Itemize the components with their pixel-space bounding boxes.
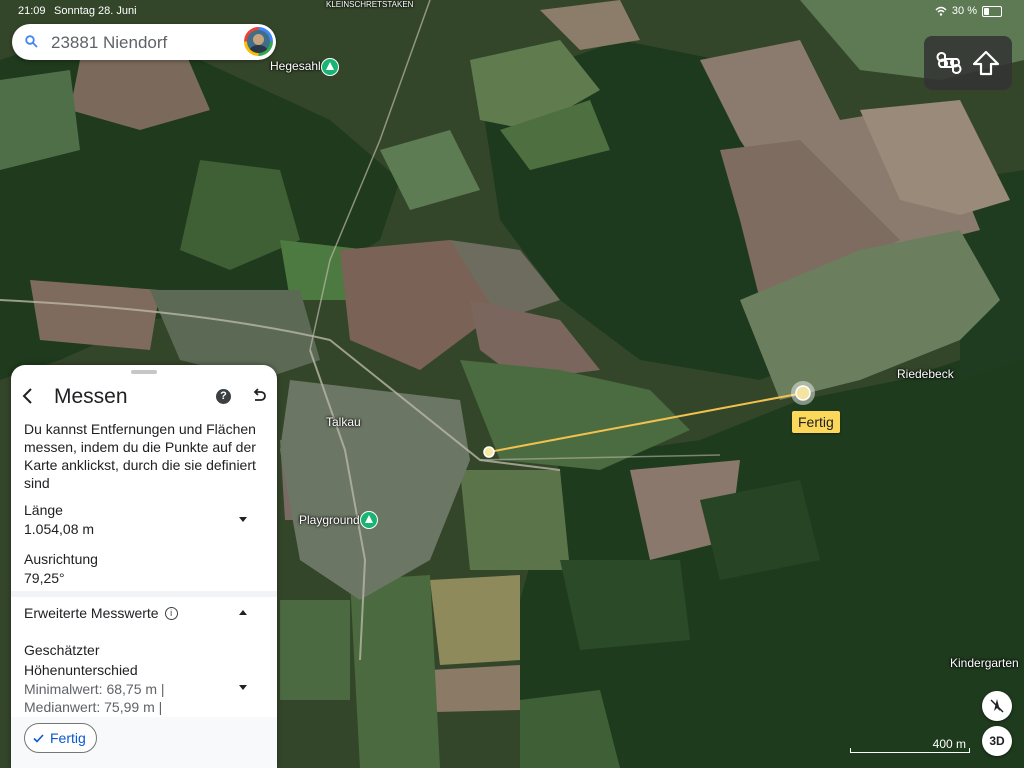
drag-handle[interactable] <box>131 370 157 374</box>
wifi-icon <box>935 6 947 16</box>
battery-percent: 30 % <box>951 5 977 17</box>
3d-label: 3D <box>989 734 1005 748</box>
map-scale: 400 m <box>850 737 970 753</box>
search-icon <box>25 35 38 48</box>
battery-icon <box>982 5 1002 17</box>
command-key-icon <box>936 52 962 74</box>
search-bar[interactable]: 23881 Niendorf <box>12 24 276 60</box>
playground-pin-icon[interactable] <box>360 511 378 529</box>
measure-end-point[interactable] <box>795 385 811 401</box>
elevation-label-line1: Geschätzter <box>24 642 100 658</box>
length-value: 1.054,08 m <box>24 521 95 537</box>
panel-footer: Fertig <box>11 717 277 768</box>
shift-key-icon <box>972 50 1000 76</box>
map-label-kleinschretstaken: KLEINSCHRETSTAKEN <box>326 0 414 9</box>
check-icon <box>33 733 44 743</box>
info-icon[interactable]: i <box>164 606 178 620</box>
orientation-label: Ausrichtung <box>24 551 98 567</box>
keyboard-shortcut-overlay[interactable] <box>924 36 1012 90</box>
measure-done-tag[interactable]: Fertig <box>792 411 840 433</box>
measure-start-point[interactable] <box>483 446 495 458</box>
scale-bar <box>850 748 970 753</box>
status-time: 21:09 <box>18 5 46 17</box>
elevation-dropdown[interactable] <box>239 685 247 690</box>
section-divider <box>11 591 277 597</box>
elevation-median: Medianwert: 75,99 m | <box>24 699 163 715</box>
compass-button[interactable] <box>982 691 1012 721</box>
status-bar: 21:09 Sonntag 28. Juni 30 % <box>0 0 1024 22</box>
status-right: 30 % <box>935 5 1002 17</box>
compass-off-icon <box>990 699 1004 713</box>
measure-panel: Messen ? Du kannst Entfernungen und Fläc… <box>11 365 277 768</box>
scale-label: 400 m <box>932 737 966 751</box>
status-date: Sonntag 28. Juni <box>54 5 137 17</box>
panel-description: Du kannst Entfernungen und Flächen messe… <box>24 421 256 491</box>
avatar[interactable] <box>244 27 273 56</box>
advanced-measurements-label: Erweiterte Messwerte <box>24 605 159 621</box>
help-icon[interactable]: ? <box>216 389 231 404</box>
3d-view-button[interactable]: 3D <box>982 726 1012 756</box>
map-label-talkau[interactable]: Talkau <box>326 415 361 429</box>
undo-icon[interactable] <box>251 388 267 404</box>
length-unit-dropdown[interactable] <box>239 517 247 522</box>
search-input[interactable]: 23881 Niendorf <box>51 33 167 53</box>
map-label-kindergarten[interactable]: Kindergarten <box>950 656 1019 670</box>
park-pin-icon[interactable] <box>321 58 339 76</box>
map-label-riedebeck[interactable]: Riedebeck <box>897 367 954 381</box>
collapse-chevron-icon[interactable] <box>239 610 247 615</box>
back-arrow-icon[interactable] <box>21 387 35 405</box>
advanced-measurements-header[interactable]: Erweiterte Messwerte i <box>24 605 178 621</box>
panel-title: Messen <box>54 385 128 408</box>
elevation-label-line2: Höhenunterschied <box>24 662 138 678</box>
orientation-value: 79,25° <box>24 570 65 586</box>
map-label-hegesahl[interactable]: Hegesahl <box>270 59 321 73</box>
elevation-min: Minimalwert: 68,75 m | <box>24 681 165 697</box>
done-button[interactable]: Fertig <box>24 723 97 753</box>
length-label: Länge <box>24 502 63 518</box>
done-button-label: Fertig <box>50 730 86 746</box>
map-label-playground[interactable]: Playground <box>299 513 360 527</box>
